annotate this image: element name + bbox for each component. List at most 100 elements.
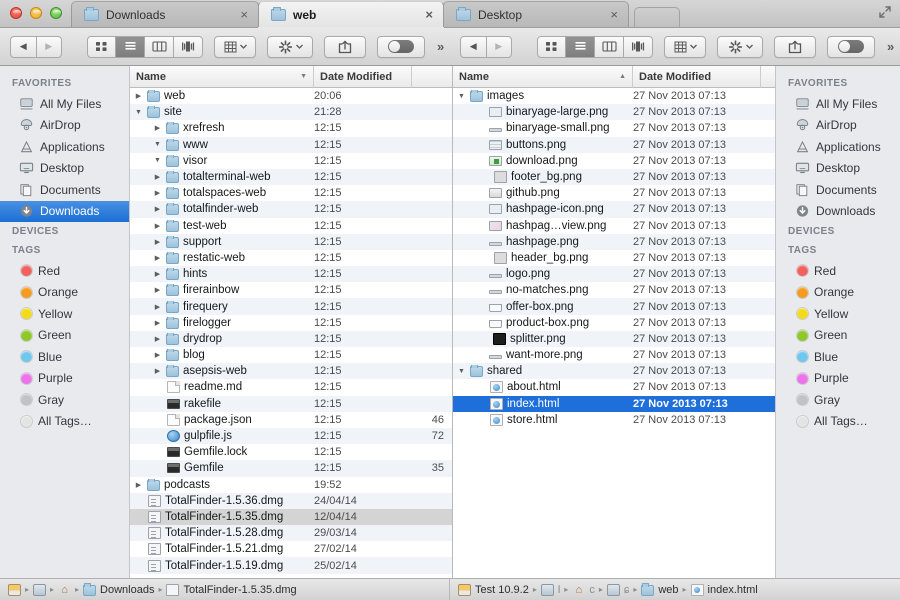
table-row[interactable]: readme.md 12:15: [130, 379, 452, 395]
table-row[interactable]: Gemfile 12:15 35: [130, 460, 452, 477]
coverflow-view-button[interactable]: [174, 35, 203, 58]
sidebar-item-downloads[interactable]: Downloads: [0, 200, 129, 222]
path-segment[interactable]: index.html: [690, 583, 758, 596]
table-row[interactable]: ▶ firelogger 12:15: [130, 315, 452, 331]
share-button-right[interactable]: [774, 35, 816, 58]
disclosure-triangle-closed-icon[interactable]: ▶: [153, 238, 162, 246]
arrange-button[interactable]: [214, 35, 256, 58]
table-row[interactable]: ▶ hints 12:15: [130, 266, 452, 283]
path-segment[interactable]: [8, 583, 21, 596]
table-row[interactable]: binaryage-large.png 27 Nov 2013 07:13: [453, 104, 775, 121]
table-row[interactable]: Gemfile.lock 12:15: [130, 444, 452, 460]
table-row[interactable]: buttons.png 27 Nov 2013 07:13: [453, 136, 775, 153]
disclosure-triangle-closed-icon[interactable]: ▶: [153, 319, 162, 327]
arrange-button-right[interactable]: [664, 35, 706, 58]
table-row[interactable]: ▼ visor 12:15: [130, 153, 452, 169]
table-row[interactable]: ▶ restatic-web 12:15: [130, 250, 452, 266]
table-row[interactable]: offer-box.png 27 Nov 2013 07:13: [453, 298, 775, 315]
disclosure-triangle-closed-icon[interactable]: ▶: [153, 205, 162, 213]
back-button[interactable]: ◀: [10, 35, 37, 58]
table-row[interactable]: ▶ firerainbow 12:15: [130, 282, 452, 298]
table-row[interactable]: ▶ support 12:15: [130, 233, 452, 250]
sidebar-item-yellow[interactable]: Yellow: [776, 303, 900, 325]
table-row[interactable]: ▶ totalspaces-web 12:15: [130, 185, 452, 201]
sidebar-item-yellow[interactable]: Yellow: [0, 303, 129, 325]
path-segment[interactable]: Downloads: [83, 582, 154, 596]
action-button[interactable]: [267, 35, 313, 58]
table-row[interactable]: rakefile 12:15: [130, 395, 452, 412]
disclosure-triangle-open-icon[interactable]: ▼: [457, 368, 466, 375]
column-header-size[interactable]: [412, 66, 452, 88]
table-row[interactable]: footer_bg.png 27 Nov 2013 07:13: [453, 168, 775, 186]
table-row[interactable]: hashpage.png 27 Nov 2013 07:13: [453, 233, 775, 250]
dual-mode-toggle[interactable]: [377, 35, 425, 58]
sidebar-item-downloads[interactable]: Downloads: [776, 201, 900, 223]
table-row[interactable]: splitter.png 27 Nov 2013 07:13: [453, 330, 775, 347]
table-row[interactable]: TotalFinder-1.5.35.dmg 12/04/14: [130, 508, 452, 526]
sidebar-item-red[interactable]: Red: [0, 260, 129, 282]
share-button[interactable]: [324, 35, 366, 58]
table-row[interactable]: ▶ drydrop 12:15: [130, 330, 452, 347]
tab-web[interactable]: web ×: [258, 1, 444, 27]
table-row[interactable]: want-more.png 27 Nov 2013 07:13: [453, 347, 775, 363]
sidebar-item-green[interactable]: Green: [776, 325, 900, 347]
sidebar-item-purple[interactable]: Purple: [0, 368, 129, 390]
disclosure-triangle-open-icon[interactable]: ▼: [457, 93, 466, 100]
sidebar-item-all-tags[interactable]: All Tags…: [776, 411, 900, 433]
table-row[interactable]: ▼ images 27 Nov 2013 07:13: [453, 88, 775, 104]
table-row[interactable]: download.png 27 Nov 2013 07:13: [453, 153, 775, 169]
dual-mode-toggle-right[interactable]: [827, 35, 875, 58]
table-row[interactable]: no-matches.png 27 Nov 2013 07:13: [453, 282, 775, 298]
path-segment[interactable]: [33, 583, 47, 596]
table-row[interactable]: ▶ web 20:06: [130, 88, 452, 104]
path-segment[interactable]: web: [641, 582, 679, 596]
tab-downloads[interactable]: Downloads ×: [71, 1, 259, 27]
table-row[interactable]: index.html 27 Nov 2013 07:13: [453, 395, 775, 412]
disclosure-triangle-closed-icon[interactable]: ▶: [153, 189, 162, 197]
disclosure-triangle-closed-icon[interactable]: ▶: [153, 254, 162, 262]
sidebar-item-red[interactable]: Red: [776, 260, 900, 282]
table-row[interactable]: ▶ blog 12:15: [130, 347, 452, 363]
path-bar-left[interactable]: ▸ ▸ ⌂ ▸ Downloads ▸ TotalFinder-1.5.35.dmg: [0, 579, 450, 600]
table-row[interactable]: ▼ www 12:15: [130, 136, 452, 153]
sidebar-item-documents[interactable]: Documents: [0, 179, 129, 201]
table-row[interactable]: ▶ test-web 12:15: [130, 218, 452, 234]
minimize-window-button[interactable]: [30, 7, 42, 19]
table-row[interactable]: logo.png 27 Nov 2013 07:13: [453, 266, 775, 283]
list-view-button-right[interactable]: [566, 35, 595, 58]
table-row[interactable]: header_bg.png 27 Nov 2013 07:13: [453, 250, 775, 266]
table-row[interactable]: TotalFinder-1.5.19.dmg 25/02/14: [130, 557, 452, 574]
table-row[interactable]: TotalFinder-1.5.21.dmg 27/02/14: [130, 541, 452, 557]
table-row[interactable]: ▶ podcasts 19:52: [130, 477, 452, 493]
table-row[interactable]: ▶ totalterminal-web 12:15: [130, 168, 452, 186]
sidebar-item-desktop[interactable]: Desktop: [776, 158, 900, 180]
sidebar-item-airdrop[interactable]: AirDrop: [0, 115, 129, 137]
table-row[interactable]: github.png 27 Nov 2013 07:13: [453, 185, 775, 201]
disclosure-triangle-closed-icon[interactable]: ▶: [153, 124, 162, 132]
table-row[interactable]: product-box.png 27 Nov 2013 07:13: [453, 315, 775, 331]
sidebar-item-airdrop[interactable]: AirDrop: [776, 115, 900, 137]
tab-desktop[interactable]: Desktop ×: [443, 1, 629, 27]
table-row[interactable]: gulpfile.js 12:15 72: [130, 427, 452, 445]
icon-view-button[interactable]: [87, 35, 116, 58]
close-icon[interactable]: ×: [240, 8, 248, 21]
disclosure-triangle-closed-icon[interactable]: ▶: [153, 367, 162, 375]
column-header-name[interactable]: Name ▼: [130, 65, 314, 88]
fullscreen-icon[interactable]: [877, 4, 893, 20]
back-button-right[interactable]: ◀: [460, 35, 487, 58]
sidebar-item-documents[interactable]: Documents: [776, 179, 900, 201]
disclosure-triangle-open-icon[interactable]: ▼: [153, 157, 162, 164]
disclosure-triangle-closed-icon[interactable]: ▶: [134, 481, 143, 489]
sidebar-item-blue[interactable]: Blue: [776, 346, 900, 368]
disclosure-triangle-closed-icon[interactable]: ▶: [153, 303, 162, 311]
path-segment[interactable]: ⌂ c: [572, 584, 594, 596]
disclosure-triangle-closed-icon[interactable]: ▶: [153, 270, 162, 278]
toolbar-overflow-icon-right[interactable]: »: [887, 39, 894, 54]
table-row[interactable]: ▶ firequery 12:15: [130, 298, 452, 315]
sidebar-item-gray[interactable]: Gray: [0, 389, 129, 411]
table-row[interactable]: about.html 27 Nov 2013 07:13: [453, 379, 775, 395]
table-row[interactable]: ▼ shared 27 Nov 2013 07:13: [453, 363, 775, 380]
path-segment[interactable]: l: [540, 583, 560, 596]
sidebar-item-green[interactable]: Green: [0, 325, 129, 347]
file-list-right[interactable]: ▼ images 27 Nov 2013 07:13 binaryage-large.…: [453, 88, 775, 578]
